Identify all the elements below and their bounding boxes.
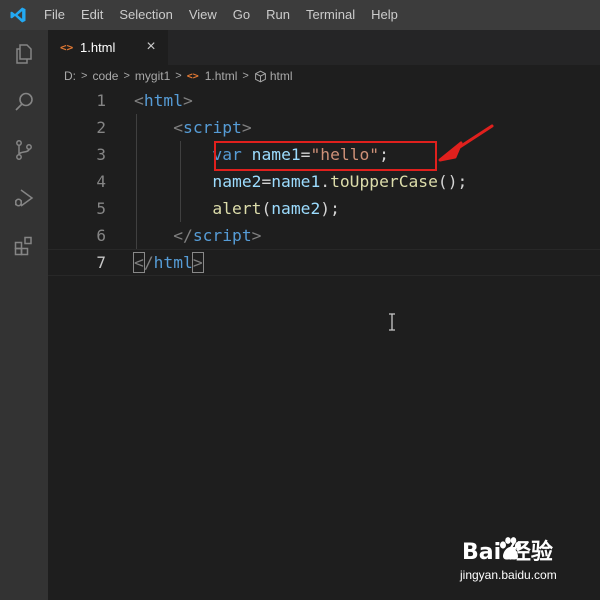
code-token: </ <box>173 226 193 245</box>
title-bar: File Edit Selection View Go Run Terminal… <box>0 0 600 30</box>
code-line[interactable]: <html> <box>134 87 193 114</box>
files-icon <box>16 44 32 64</box>
watermark-url: jingyan.baidu.com <box>460 568 557 582</box>
code-token: script <box>183 118 242 137</box>
line-number: 3 <box>96 145 106 164</box>
tab-bar: <> 1.html × <box>48 30 600 65</box>
code-token: > <box>183 91 193 110</box>
search-button[interactable] <box>0 78 48 126</box>
source-control-button[interactable] <box>0 126 48 174</box>
breadcrumb-separator: > <box>123 70 130 82</box>
menu-run[interactable]: Run <box>258 0 298 30</box>
code-token: name1 <box>271 172 321 191</box>
code-token: = <box>261 172 272 191</box>
breadcrumb-separator: > <box>175 70 182 82</box>
search-icon <box>15 92 33 111</box>
code-line[interactable]: </html> <box>133 249 204 276</box>
code-token: alert <box>212 199 262 218</box>
watermark-brand: Bai 经验 <box>462 540 553 565</box>
menu-edit[interactable]: Edit <box>73 0 111 30</box>
symbol-element-icon <box>254 70 266 82</box>
menu-selection[interactable]: Selection <box>111 0 180 30</box>
line-number: 5 <box>96 199 106 218</box>
explorer-button[interactable] <box>0 30 48 78</box>
source-control-icon <box>16 140 32 160</box>
breadcrumb-symbol-html[interactable]: html <box>270 69 293 83</box>
code-token: > <box>241 118 252 137</box>
extensions-button[interactable] <box>0 222 48 270</box>
breadcrumb-folder-code[interactable]: code <box>92 69 118 83</box>
breadcrumb-folder-mygit1[interactable]: mygit1 <box>135 69 170 83</box>
menu-help[interactable]: Help <box>363 0 406 30</box>
activity-bar <box>0 30 48 600</box>
menu-view[interactable]: View <box>181 0 225 30</box>
vscode-logo-icon <box>0 0 36 30</box>
code-token: > <box>191 252 204 273</box>
run-debug-button[interactable] <box>0 174 48 222</box>
breadcrumb-file[interactable]: 1.html <box>205 69 238 83</box>
html-file-icon: <> <box>60 41 74 54</box>
line-number: 4 <box>96 172 106 191</box>
code-line[interactable]: <script> <box>134 114 252 141</box>
code-token: > <box>251 226 262 245</box>
baidu-jingyan-watermark: Bai 经验 jingyan.baidu.com <box>432 534 592 590</box>
line-number: 1 <box>96 91 106 110</box>
menu-terminal[interactable]: Terminal <box>298 0 363 30</box>
code-token: . <box>320 172 331 191</box>
code-line[interactable]: </script> <box>134 222 261 249</box>
menu-go[interactable]: Go <box>225 0 258 30</box>
code-token: < <box>133 252 145 273</box>
code-token: html <box>153 253 193 272</box>
code-token: html <box>143 91 184 110</box>
breadcrumb-separator: > <box>242 70 249 82</box>
annotation-highlight-box <box>214 141 437 171</box>
line-number-active: 7 <box>96 253 106 272</box>
menu-file[interactable]: File <box>36 0 73 30</box>
code-token: toUpperCase <box>330 172 438 191</box>
tab-label: 1.html <box>80 40 116 55</box>
code-line[interactable]: name2=name1.toUpperCase(); <box>134 168 467 195</box>
code-token: ); <box>320 199 340 218</box>
close-icon[interactable]: × <box>144 39 158 55</box>
code-token: (); <box>437 172 468 191</box>
text-cursor-icon <box>389 313 395 331</box>
line-number-gutter: 1 2 3 4 5 6 7 <box>48 87 118 600</box>
breadcrumb-drive[interactable]: D: <box>64 69 76 83</box>
code-token: ( <box>261 199 272 218</box>
code-token: < <box>134 91 144 110</box>
code-token: < <box>173 118 184 137</box>
tab-1-html[interactable]: <> 1.html × <box>48 30 168 65</box>
extensions-icon <box>14 236 32 256</box>
code-line[interactable]: alert(name2); <box>134 195 340 222</box>
code-token: name2 <box>271 199 321 218</box>
line-number: 2 <box>96 118 106 137</box>
menu-bar: File Edit Selection View Go Run Terminal… <box>36 0 406 30</box>
code-token: script <box>192 226 252 245</box>
breadcrumb-separator: > <box>81 70 88 82</box>
html-file-icon: <> <box>186 70 199 82</box>
run-debug-icon <box>14 189 34 207</box>
code-token: / <box>143 253 154 272</box>
line-number: 6 <box>96 226 106 245</box>
code-token: name2 <box>212 172 262 191</box>
breadcrumb: D: > code > mygit1 > <> 1.html > html <box>48 65 600 87</box>
